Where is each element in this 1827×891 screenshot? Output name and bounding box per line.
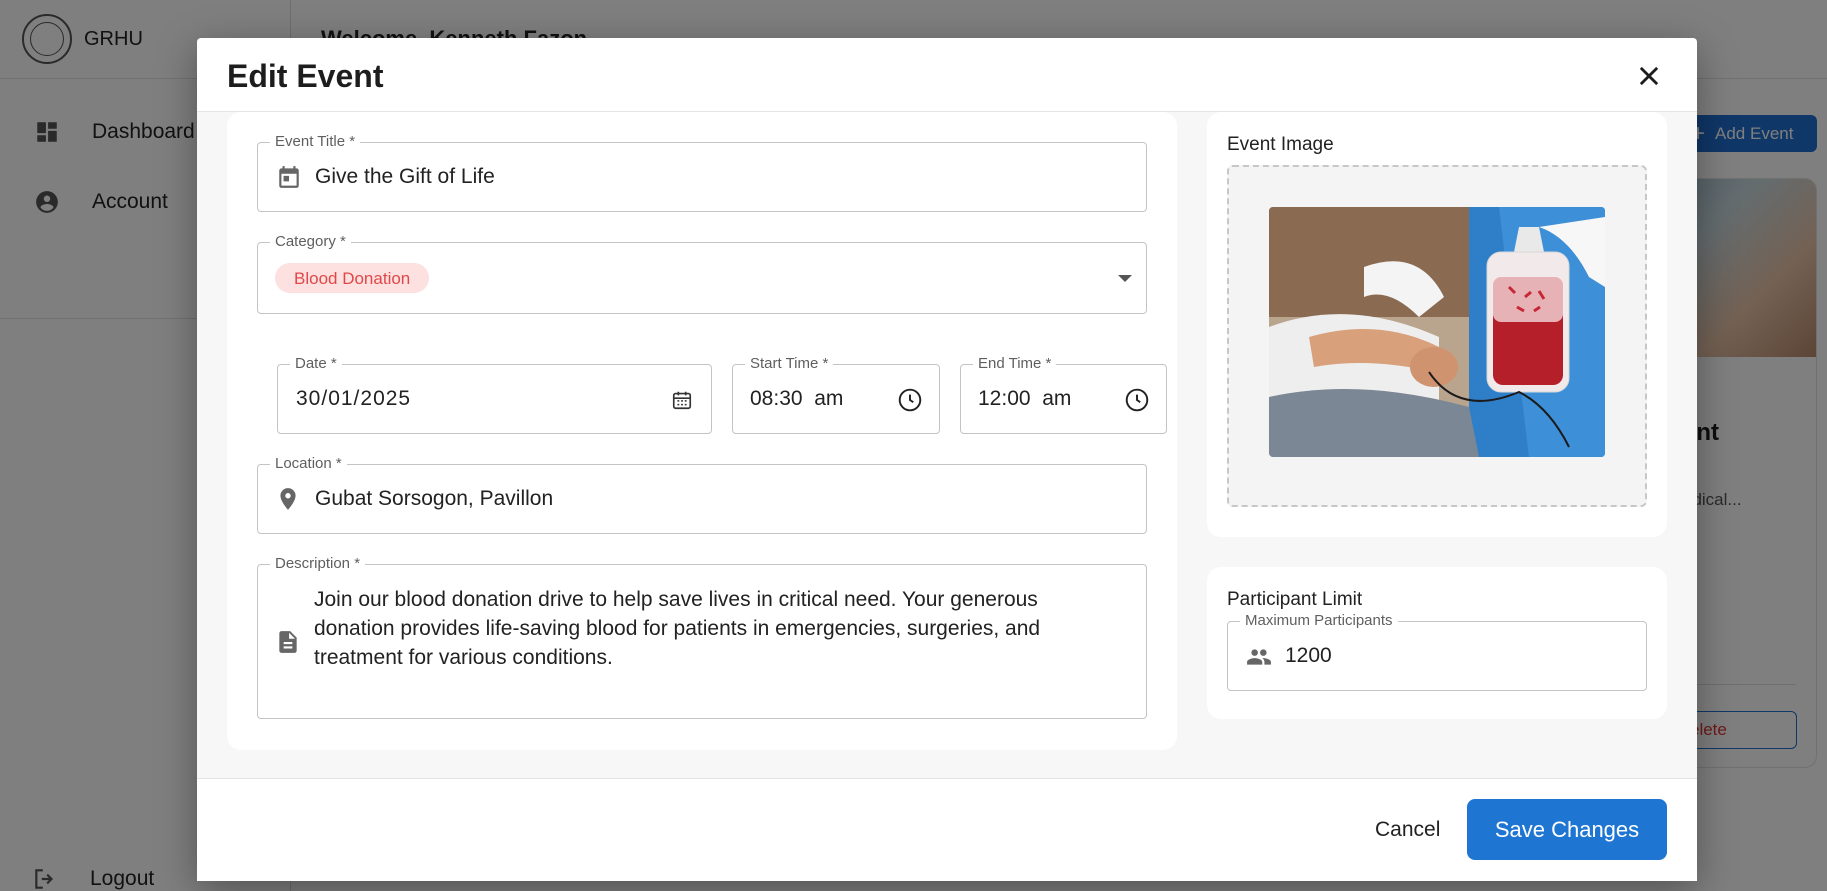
description-textarea[interactable]: Join our blood donation drive to help sa… (314, 585, 1124, 672)
participant-limit-heading: Participant Limit (1227, 589, 1363, 610)
end-time-input[interactable]: 12:00 am (978, 387, 1071, 411)
event-title-field[interactable]: Event Title * Give the Gift of Life (257, 133, 1147, 212)
modal-body: Event Title * Give the Gift of Life Cate… (197, 112, 1697, 778)
start-time-field[interactable]: Start Time * 08:30 am (732, 355, 940, 434)
modal-title: Edit Event (227, 58, 384, 94)
description-field[interactable]: Description * Join our blood donation dr… (257, 555, 1147, 719)
participant-limit-panel: Participant Limit Maximum Participants 1… (1207, 567, 1667, 719)
category-label: Category * (270, 233, 351, 251)
event-image-panel: Event Image (1207, 112, 1667, 537)
max-participants-label: Maximum Participants (1240, 612, 1398, 630)
chevron-down-icon[interactable] (1118, 275, 1132, 282)
clock-icon[interactable] (897, 387, 923, 413)
modal-footer: Cancel Save Changes (197, 778, 1697, 881)
calendar-picker-icon[interactable] (671, 389, 693, 411)
document-icon (279, 631, 297, 653)
date-field[interactable]: Date * 30/01/2025 (277, 355, 712, 434)
event-title-label: Event Title * (270, 133, 361, 151)
people-icon (1247, 649, 1271, 665)
event-image (1269, 207, 1605, 457)
location-label: Location * (270, 455, 347, 473)
description-label: Description * (270, 555, 366, 573)
event-image-heading: Event Image (1227, 134, 1334, 155)
event-details-panel: Event Title * Give the Gift of Life Cate… (227, 112, 1177, 750)
start-time-input[interactable]: 08:30 am (750, 387, 843, 411)
location-field[interactable]: Location * Gubat Sorsogon, Pavillon (257, 455, 1147, 534)
start-time-label: Start Time * (745, 355, 834, 373)
category-select[interactable]: Category * Blood Donation (257, 233, 1147, 314)
category-chip[interactable]: Blood Donation (275, 263, 430, 293)
save-changes-button[interactable]: Save Changes (1467, 799, 1667, 860)
end-time-field[interactable]: End Time * 12:00 am (960, 355, 1167, 434)
location-pin-icon (280, 488, 296, 510)
date-label: Date * (290, 355, 342, 373)
image-dropzone[interactable] (1227, 165, 1647, 507)
calendar-icon (279, 166, 299, 188)
clock-icon[interactable] (1124, 387, 1150, 413)
end-time-label: End Time * (973, 355, 1057, 373)
date-input[interactable]: 30/01/2025 (296, 387, 411, 411)
event-title-input[interactable]: Give the Gift of Life (315, 165, 495, 189)
location-input[interactable]: Gubat Sorsogon, Pavillon (315, 487, 553, 511)
edit-event-modal: Edit Event Event Title * Give the Gift o… (197, 38, 1697, 881)
max-participants-input[interactable]: 1200 (1285, 644, 1332, 668)
modal-header: Edit Event (197, 38, 1697, 112)
close-icon[interactable] (1635, 62, 1663, 90)
cancel-button[interactable]: Cancel (1375, 818, 1440, 842)
max-participants-field[interactable]: Maximum Participants 1200 (1227, 612, 1647, 691)
